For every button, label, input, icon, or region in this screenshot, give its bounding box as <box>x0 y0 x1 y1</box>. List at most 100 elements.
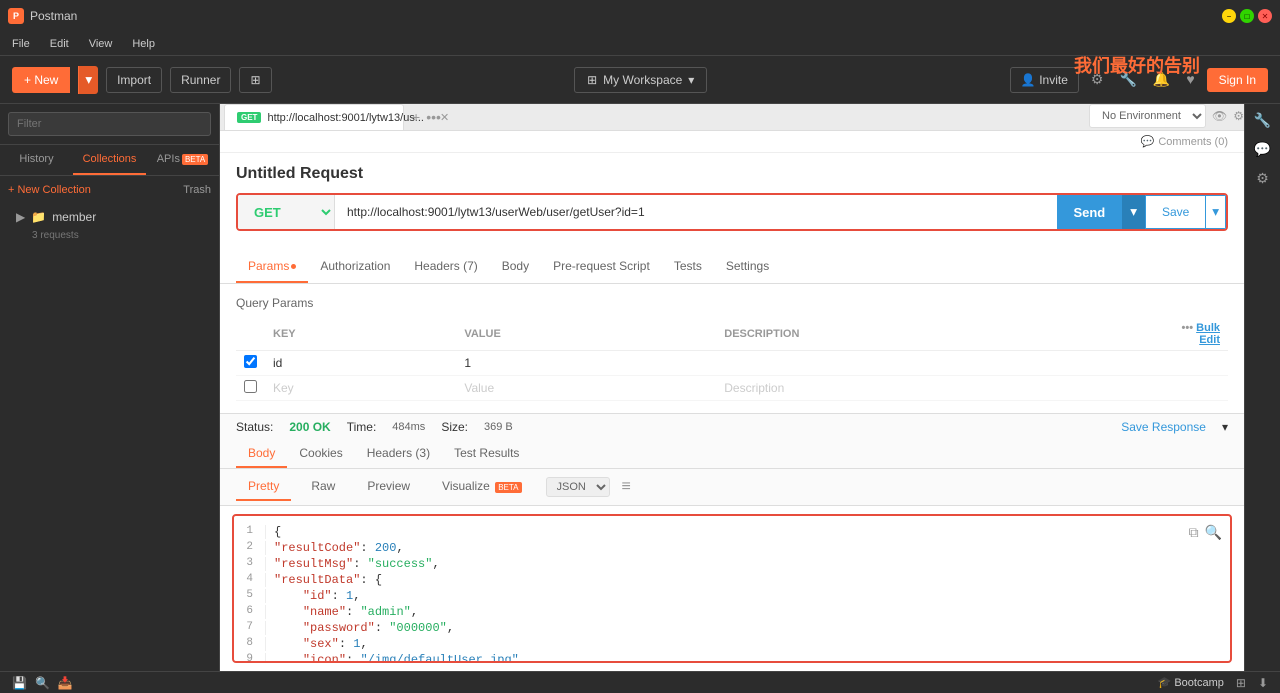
signin-button[interactable]: Sign In <box>1207 68 1268 92</box>
maximize-button[interactable]: □ <box>1240 9 1254 23</box>
layout-icon[interactable]: ⊞ <box>1236 676 1246 690</box>
request-tab[interactable]: GET http://localhost:9001/lytw13/us... ✕ <box>224 104 404 130</box>
params-tab-body[interactable]: Body <box>490 251 541 283</box>
tab-history[interactable]: History <box>0 145 73 175</box>
tab-close-icon[interactable]: ✕ <box>440 111 449 124</box>
params-tab-tests[interactable]: Tests <box>662 251 714 283</box>
runner-button[interactable]: Runner <box>170 67 231 93</box>
comments-bar: 💬 Comments (0) <box>220 131 1244 153</box>
tab-apis[interactable]: APIsBETA <box>146 145 219 175</box>
save-response-button[interactable]: Save Response <box>1121 420 1206 434</box>
status-bar-right: 🎓 Bootcamp ⊞ ⬇ <box>1158 676 1268 690</box>
environment-select[interactable]: No Environment <box>1089 104 1206 128</box>
bookmark-icon[interactable]: ♥ <box>1182 67 1198 92</box>
sidebar-tabs: History Collections APIsBETA <box>0 145 219 176</box>
param-checkbox-id[interactable] <box>244 355 257 368</box>
format-select[interactable]: JSON XML HTML <box>546 477 610 497</box>
right-panel-icon-1[interactable]: 🔧 <box>1254 112 1271 129</box>
col-value: VALUE <box>456 318 716 351</box>
tab-collections[interactable]: Collections <box>73 145 146 175</box>
size-label: Size: <box>441 420 468 434</box>
trash-button[interactable]: Trash <box>183 184 211 196</box>
params-tab-headers[interactable]: Headers (7) <box>402 251 489 283</box>
search-icon[interactable]: 🔍 <box>35 676 50 690</box>
response-tab-headers[interactable]: Headers (3) <box>355 440 442 468</box>
param-checkbox-empty[interactable] <box>244 380 257 393</box>
env-area: No Environment 👁 ⚙ <box>1089 104 1244 128</box>
search-input[interactable] <box>8 112 211 136</box>
view-tab-pretty[interactable]: Pretty <box>236 473 291 501</box>
view-tab-visualize[interactable]: Visualize BETA <box>430 473 533 501</box>
json-content: 1 { 2 "resultCode": 200, 3 "resultMsg": … <box>234 516 1230 663</box>
search-response-button[interactable]: 🔍 <box>1205 524 1222 541</box>
bootcamp-button[interactable]: 🎓 Bootcamp <box>1158 676 1224 689</box>
sidebar-actions: + New Collection Trash <box>0 176 219 204</box>
right-panel-icon-2[interactable]: 💬 <box>1254 141 1271 158</box>
json-line-6: 6 "name": "admin", <box>234 604 1230 620</box>
save-dropdown-button[interactable]: ▾ <box>1206 195 1226 229</box>
add-tab-icon[interactable]: + <box>412 109 420 125</box>
tab-actions: + ••• <box>412 109 441 125</box>
save-button[interactable]: Save <box>1145 195 1206 229</box>
env-eye-icon[interactable]: 👁 <box>1212 109 1227 123</box>
sidebar-search-area <box>0 104 219 145</box>
content-area: GET http://localhost:9001/lytw13/us... ✕… <box>220 104 1244 671</box>
right-panel-icon-3[interactable]: ⚙ <box>1256 170 1269 187</box>
response-tab-cookies[interactable]: Cookies <box>287 440 354 468</box>
params-tab-authorization[interactable]: Authorization <box>308 251 402 283</box>
param-desc-placeholder: Description <box>716 376 1168 401</box>
bulk-edit-button[interactable]: Bulk Edit <box>1196 322 1220 346</box>
param-key-id[interactable]: id <box>265 351 456 376</box>
response-top-actions: ⧉ 🔍 <box>1189 524 1222 541</box>
inbox-icon[interactable]: 📥 <box>58 676 73 690</box>
menu-view[interactable]: View <box>85 36 117 52</box>
url-input[interactable] <box>335 195 1057 229</box>
view-tab-preview[interactable]: Preview <box>355 473 422 501</box>
workspace-button[interactable]: ⊞ My Workspace ▾ <box>574 67 707 93</box>
comments-link[interactable]: 💬 Comments (0) <box>1141 135 1228 148</box>
minimize-button[interactable]: − <box>1222 9 1236 23</box>
request-area: Untitled Request GET POST PUT DELETE Sen… <box>220 153 1244 251</box>
params-table: KEY VALUE DESCRIPTION ••• Bulk Edit <box>236 318 1228 401</box>
toolbar-icons: ⚙ 🔧 🔔 ♥ <box>1087 67 1199 92</box>
response-tab-tests[interactable]: Test Results <box>442 440 531 468</box>
settings-icon[interactable]: ⚙ <box>1087 67 1108 92</box>
send-button[interactable]: Send <box>1057 195 1121 229</box>
params-tab-params[interactable]: Params <box>236 251 308 283</box>
new-dropdown-button[interactable]: ▾ <box>78 66 98 94</box>
tab-url: http://localhost:9001/lytw13/us... <box>267 112 424 124</box>
layout-button[interactable]: ⊞ <box>239 67 271 93</box>
collection-member[interactable]: ▶ 📁 member <box>0 204 219 230</box>
format-icon[interactable]: ≡ <box>622 478 631 496</box>
save-icon[interactable]: 💾 <box>12 676 27 690</box>
param-value-placeholder[interactable]: Value <box>456 376 716 401</box>
params-tab-settings[interactable]: Settings <box>714 251 781 283</box>
more-icon[interactable]: ••• <box>1182 322 1194 334</box>
menu-help[interactable]: Help <box>128 36 159 52</box>
param-value-id[interactable]: 1 <box>456 351 716 376</box>
view-tab-raw[interactable]: Raw <box>299 473 347 501</box>
invite-button[interactable]: 👤 Invite <box>1010 67 1079 93</box>
response-tabs: Body Cookies Headers (3) Test Results <box>220 440 1244 469</box>
import-button[interactable]: Import <box>106 67 162 93</box>
new-collection-button[interactable]: + New Collection <box>8 184 91 196</box>
response-tab-body[interactable]: Body <box>236 440 287 468</box>
params-tab-prerequest[interactable]: Pre-request Script <box>541 251 662 283</box>
menu-edit[interactable]: Edit <box>46 36 73 52</box>
workspace-dropdown-icon: ▾ <box>688 73 694 87</box>
json-line-7: 7 "password": "000000", <box>234 620 1230 636</box>
copy-response-button[interactable]: ⧉ <box>1189 524 1199 541</box>
more-tabs-icon[interactable]: ••• <box>426 109 441 125</box>
env-settings-icon[interactable]: ⚙ <box>1233 109 1244 123</box>
sync-icon[interactable]: ⬇ <box>1258 676 1268 690</box>
save-response-arrow[interactable]: ▾ <box>1222 420 1228 434</box>
notifications-icon[interactable]: 🔔 <box>1149 67 1174 92</box>
menu-file[interactable]: File <box>8 36 34 52</box>
send-dropdown-button[interactable]: ▾ <box>1121 195 1145 229</box>
new-button[interactable]: + New <box>12 67 70 93</box>
tools-icon[interactable]: 🔧 <box>1115 67 1140 92</box>
size-value: 369 B <box>484 421 513 433</box>
close-button[interactable]: ✕ <box>1258 9 1272 23</box>
method-select[interactable]: GET POST PUT DELETE <box>238 195 335 229</box>
param-key-placeholder[interactable]: Key <box>265 376 456 401</box>
